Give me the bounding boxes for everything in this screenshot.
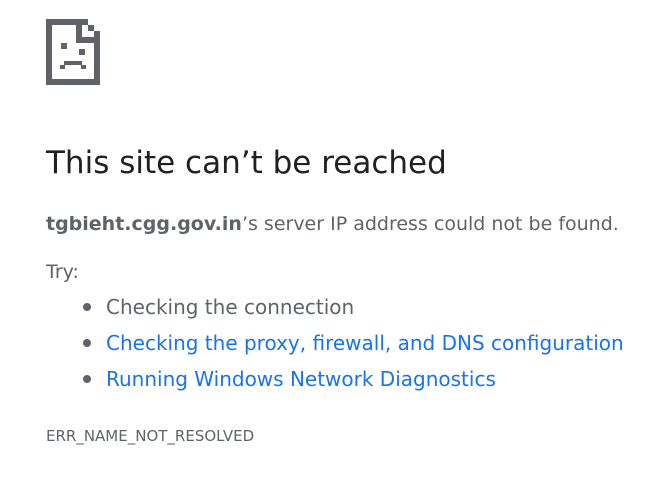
host-name: tgbieht.cgg.gov.in <box>46 213 242 235</box>
network-diagnostics-link[interactable]: Running Windows Network Diagnostics <box>106 367 496 391</box>
sad-page-icon <box>46 19 100 85</box>
bullet-icon <box>83 303 91 311</box>
error-message: ’s server IP address could not be found. <box>241 213 619 235</box>
try-label: Try: <box>46 261 79 283</box>
error-code: ERR_NAME_NOT_RESOLVED <box>46 427 255 445</box>
suggestion-check-connection: Checking the connection <box>46 291 624 327</box>
proxy-firewall-dns-link[interactable]: Checking the proxy, firewall, and DNS co… <box>106 331 624 355</box>
error-summary: tgbieht.cgg.gov.in’s server IP address c… <box>46 210 619 238</box>
bullet-icon <box>83 339 91 347</box>
suggestions-list: Checking the connection Checking the pro… <box>46 291 624 399</box>
suggestion-check-proxy: Checking the proxy, firewall, and DNS co… <box>46 327 624 363</box>
suggestion-label: Checking the connection <box>106 295 355 319</box>
page-title: This site can’t be reached <box>46 145 447 181</box>
suggestion-network-diagnostics: Running Windows Network Diagnostics <box>46 363 624 399</box>
bullet-icon <box>83 375 91 383</box>
